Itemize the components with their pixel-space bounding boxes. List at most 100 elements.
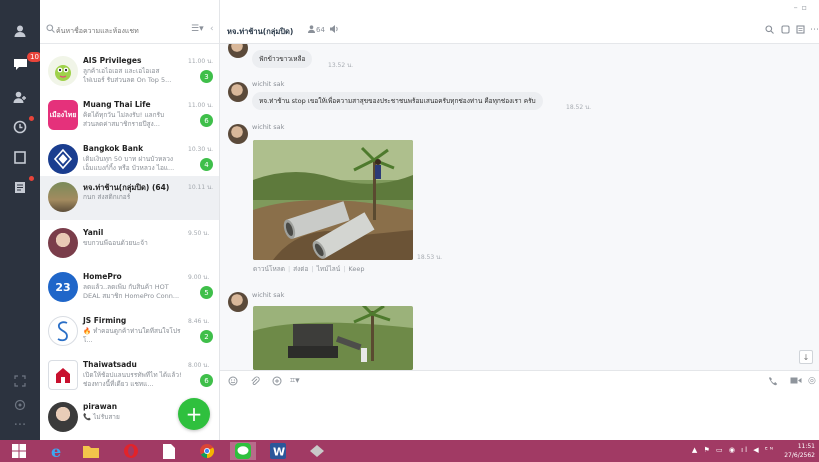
opera-icon[interactable] — [120, 442, 142, 460]
clock-time: 11:51 — [797, 443, 815, 450]
message-input-area — [220, 390, 819, 440]
screenshot-icon[interactable] — [272, 376, 282, 389]
sender-avatar — [228, 292, 248, 312]
chat-time: 9.00 น. — [188, 274, 210, 281]
chat-preview: 📞 ไม่รับสาย — [83, 413, 120, 421]
word-icon[interactable]: W — [266, 442, 290, 460]
keep-icon[interactable] — [11, 148, 29, 166]
timeline-link[interactable]: ไทม์ไลน์ — [317, 265, 341, 273]
sender-avatar — [228, 44, 248, 58]
chat-name: Thaiwatsadu — [83, 360, 137, 369]
chat-name: pirawan — [83, 402, 118, 411]
unread-count-badge: 6 — [200, 374, 213, 387]
avatar: เมืองไทย — [48, 100, 78, 130]
message-toolbar: ⌗▾ ◎ — [220, 370, 819, 390]
message-input[interactable] — [224, 396, 784, 434]
unread-count-badge: 6 — [200, 114, 213, 127]
add-friend-icon[interactable] — [11, 88, 29, 106]
chat-preview: คิดได้ทุกวัน ไม่ลงรับ! แลกรับส่วนลดค่าสม… — [83, 111, 165, 128]
avatar — [48, 316, 78, 346]
video-call-icon[interactable] — [790, 376, 802, 388]
windows-start-icon[interactable] — [10, 442, 28, 460]
chat-item-yanil[interactable]: Yanil ขบกวนพี่ฉอนด้วยนะจ้า 9.50 น. — [40, 222, 219, 266]
svg-text:e: e — [51, 443, 61, 459]
collapse-panel-icon[interactable]: ‹ — [210, 24, 214, 34]
window-controls[interactable]: –▫ — [794, 3, 811, 12]
search-bar: ☰▾ ‹ — [40, 18, 219, 44]
chat-item-ais-privileges[interactable]: AIS Privileges ลูกค้าเอไอเอส และเอไอเอส … — [40, 50, 219, 94]
search-icon[interactable] — [765, 25, 774, 37]
system-tray[interactable]: ▲ ⚑ ▭ ◉ ıl ◀ ᴱᴺ — [692, 446, 775, 454]
chat-item-thaiwatsadu[interactable]: Thaiwatsadu เปิดให้ช้อปแลนบรรทัพที่ไท ได… — [40, 354, 219, 398]
call-icon[interactable] — [781, 25, 790, 37]
search-icon — [46, 24, 55, 36]
unread-count-badge: 4 — [200, 158, 213, 171]
emoji-icon[interactable] — [228, 376, 238, 389]
speaker-icon[interactable] — [330, 25, 339, 35]
photo-message[interactable] — [253, 306, 413, 370]
unread-count-badge: 3 — [200, 70, 213, 83]
minimize-icon[interactable]: – — [794, 3, 802, 12]
new-chat-button[interactable]: + — [178, 398, 210, 430]
keep-link[interactable]: Keep — [348, 265, 364, 273]
line-app-window: 10 ··· ☰▾ ‹ — [0, 0, 819, 462]
more-toolbar-icon[interactable]: ◎ — [808, 376, 816, 386]
search-input[interactable] — [56, 23, 176, 39]
scroll-to-bottom-button[interactable]: ↓ — [799, 350, 813, 364]
notes-icon[interactable] — [11, 178, 29, 196]
notes-dot — [29, 176, 34, 181]
unread-count-badge: 2 — [200, 330, 213, 343]
message-list: ฟักข้าวขาวเหลือ 13.52 น. wichit sak หจ.ท… — [220, 44, 819, 370]
chat-time: 11.00 น. — [188, 58, 214, 65]
more-options-icon[interactable]: ⋯ — [810, 25, 819, 35]
settings-icon[interactable] — [11, 396, 29, 414]
photo-message[interactable] — [253, 140, 413, 260]
chat-preview: 🔥 ทำคอนดูกค้าท่านใดที่สนใจโปรโ... — [83, 327, 181, 344]
chat-item-group-selected[interactable]: หจ.ท่าช้าน(กลุ่มปิด) (64) กนก ส่งสติกเกอ… — [40, 176, 219, 220]
app-icon[interactable] — [306, 442, 328, 460]
sender-name: wichit sak — [252, 291, 285, 299]
photo-actions: ดาวน์โหลด | ส่งต่อ | ไทม์ไลน์ | Keep — [253, 265, 365, 273]
chat-preview: เติมเงินทุก 50 บาท ผ่านบัวหลวง เอ็มแบงก์… — [83, 155, 175, 172]
chat-item-homepro[interactable]: 23 HomePro ลดแล้ว..ลดเพิ่ม กับสินค้า HOT… — [40, 266, 219, 310]
attach-icon[interactable] — [250, 376, 260, 389]
chat-time: 11.00 น. — [188, 102, 214, 109]
chat-item-js-firming[interactable]: JS Firming 🔥 ทำคอนดูกค้าท่านใดที่สนใจโปร… — [40, 310, 219, 354]
chrome-icon[interactable] — [196, 442, 218, 460]
chat-item-muang-thai-life[interactable]: เมืองไทย Muang Thai Life คิดได้ทุกวัน ไม… — [40, 94, 219, 138]
expand-icon[interactable] — [11, 372, 29, 390]
line-taskbar-icon[interactable] — [230, 442, 256, 460]
document-icon[interactable] — [158, 442, 180, 460]
chat-name: JS Firming — [83, 316, 127, 325]
svg-text:W: W — [273, 446, 285, 459]
file-explorer-icon[interactable] — [80, 442, 102, 460]
chat-preview: ลูกค้าเอไอเอส และเอไอเอส ไฟเบอร์ รับส่วน… — [83, 67, 172, 84]
profile-icon[interactable] — [11, 22, 29, 40]
chat-time: 9.50 น. — [188, 230, 210, 237]
group-avatar — [48, 182, 78, 212]
crop-capture-icon[interactable]: ⌗▾ — [290, 376, 300, 386]
filter-menu-icon[interactable]: ☰▾ — [191, 24, 204, 34]
maximize-icon[interactable]: ▫ — [802, 3, 811, 12]
voice-call-icon[interactable] — [768, 376, 778, 389]
message-bubble: หจ.ท่าช้าน stop เขอให้เพื่อความสาสุขของป… — [252, 92, 543, 110]
message-time: 18.52 น. — [566, 104, 592, 111]
clock-date: 27/6/2562 — [784, 452, 815, 459]
internet-explorer-icon[interactable]: e — [46, 442, 68, 460]
chat-name: Muang Thai Life — [83, 100, 151, 109]
timeline-dot — [29, 116, 34, 121]
taskbar-clock[interactable]: 11:51 27/6/2562 — [784, 442, 815, 460]
sender-name: wichit sak — [252, 123, 285, 131]
more-icon[interactable]: ··· — [11, 416, 29, 434]
chat-time: 10.11 น. — [188, 184, 214, 191]
timeline-icon[interactable] — [11, 118, 29, 136]
chat-list-panel: ☰▾ ‹ AIS Privileges ลูกค้าเอไอเอส และเอไ… — [40, 0, 220, 440]
unread-count-badge: 5 — [200, 286, 213, 299]
chat-preview: เปิดให้ช้อปแลนบรรทัพที่ไท ได้แล้ว! ช่องท… — [83, 371, 182, 388]
forward-link[interactable]: ส่งต่อ — [293, 265, 308, 273]
chat-title[interactable]: หจ.ท่าช้าน(กลุ่มปิด) — [227, 26, 293, 38]
notes-icon[interactable] — [796, 25, 805, 37]
members-icon[interactable] — [308, 25, 315, 35]
download-link[interactable]: ดาวน์โหลด — [253, 265, 285, 273]
chat-name: Yanil — [83, 228, 104, 237]
